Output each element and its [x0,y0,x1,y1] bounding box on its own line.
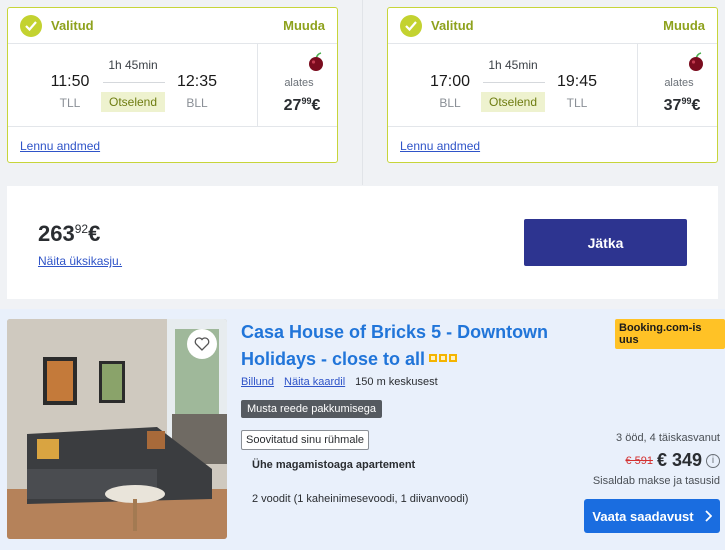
flight-price-box: alates 2799€ [259,44,338,127]
star-icon [449,354,458,362]
show-details-link[interactable]: Näita üksikasju. [38,254,122,268]
flight-card-header: Valitud Muuda [388,8,717,44]
hotel-location-row: Billund Näita kaardil 150 m keskusest [241,376,438,388]
check-icon [400,14,422,37]
hotel-photo[interactable] [7,319,227,539]
direct-flight-badge: Otselend [481,92,546,112]
departure-time: 17:00 [429,73,471,90]
star-icon [439,354,448,362]
bed-info: 2 voodit (1 kaheinimesevoodi, 1 diivanvo… [252,493,469,505]
check-icon [20,14,42,37]
departure-time: 11:50 [50,73,90,90]
flight-details-link[interactable]: Lennu andmed [20,139,100,153]
chevron-right-icon [704,510,712,522]
distance-text: 150 m keskusest [355,376,438,388]
taxes-note: Sisaldab makse ja tasusid [592,475,720,487]
change-button[interactable]: Muuda [283,18,325,33]
hotel-card: Casa House of Bricks 5 - Downtown Holida… [0,309,725,550]
favorite-button[interactable] [187,329,217,359]
direct-flight-badge: Otselend [101,92,166,112]
column-divider [362,0,363,185]
booking-new-badge: Booking.com-is uus [615,319,725,349]
continue-button[interactable]: Jätka [524,219,687,266]
flight-route: 17:00 BLL 1h 45min Otselend 19:45 TLL [388,44,638,127]
flight-card-header: Valitud Muuda [8,8,337,44]
current-price: € 349 [656,450,702,470]
flight-price: 2799€ [283,96,321,114]
hotel-price-row: € 591 € 349 i [625,450,720,471]
arrival-time: 19:45 [556,73,598,90]
flight-route: 11:50 TLL 1h 45min Otselend 12:35 BLL [8,44,258,127]
show-on-map-link[interactable]: Näita kaardil [284,376,345,388]
departure-code: TLL [59,96,81,110]
flight-card-return: Valitud Muuda 17:00 BLL 1h 45min Otselen… [387,7,718,163]
hotel-title[interactable]: Casa House of Bricks 5 - Downtown Holida… [241,319,571,373]
flight-details-link[interactable]: Lennu andmed [400,139,480,153]
selected-label: Valitud [51,18,94,33]
info-icon[interactable]: i [706,453,720,468]
airline-logo-icon [687,52,705,77]
flight-card-outbound: Valitud Muuda 11:50 TLL 1h 45min Otselen… [7,7,338,163]
departure-code: BLL [439,96,461,110]
selected-label: Valitud [431,18,474,33]
route-line [483,82,545,83]
total-price: 26392€ [38,221,101,246]
stay-info: 3 ööd, 4 täiskasvanut [616,432,720,444]
star-icon [429,354,438,362]
old-price: € 591 [625,454,653,467]
recommended-badge: Soovitatud sinu rühmale [241,430,370,450]
heart-icon [194,337,210,351]
flight-duration: 1h 45min [488,58,538,72]
from-label: alates [284,77,314,89]
change-button[interactable]: Muuda [663,18,705,33]
rating-stars [429,354,458,362]
black-friday-badge: Musta reede pakkumisega [241,400,383,418]
flight-duration: 1h 45min [108,58,158,72]
arrival-code: TLL [566,96,588,110]
see-availability-button[interactable]: Vaata saadavust [584,499,720,533]
arrival-time: 12:35 [176,73,218,90]
arrival-code: BLL [186,96,208,110]
airline-logo-icon [307,52,325,77]
apartment-type: Ühe magamistoaga apartement [252,459,416,471]
route-line [103,82,165,83]
from-label: alates [664,77,694,89]
price-summary: 26392€ Näita üksikasju. Jätka [7,186,718,299]
flight-price-box: alates 3799€ [639,44,718,127]
location-link[interactable]: Billund [241,376,274,388]
flight-price: 3799€ [663,96,701,114]
